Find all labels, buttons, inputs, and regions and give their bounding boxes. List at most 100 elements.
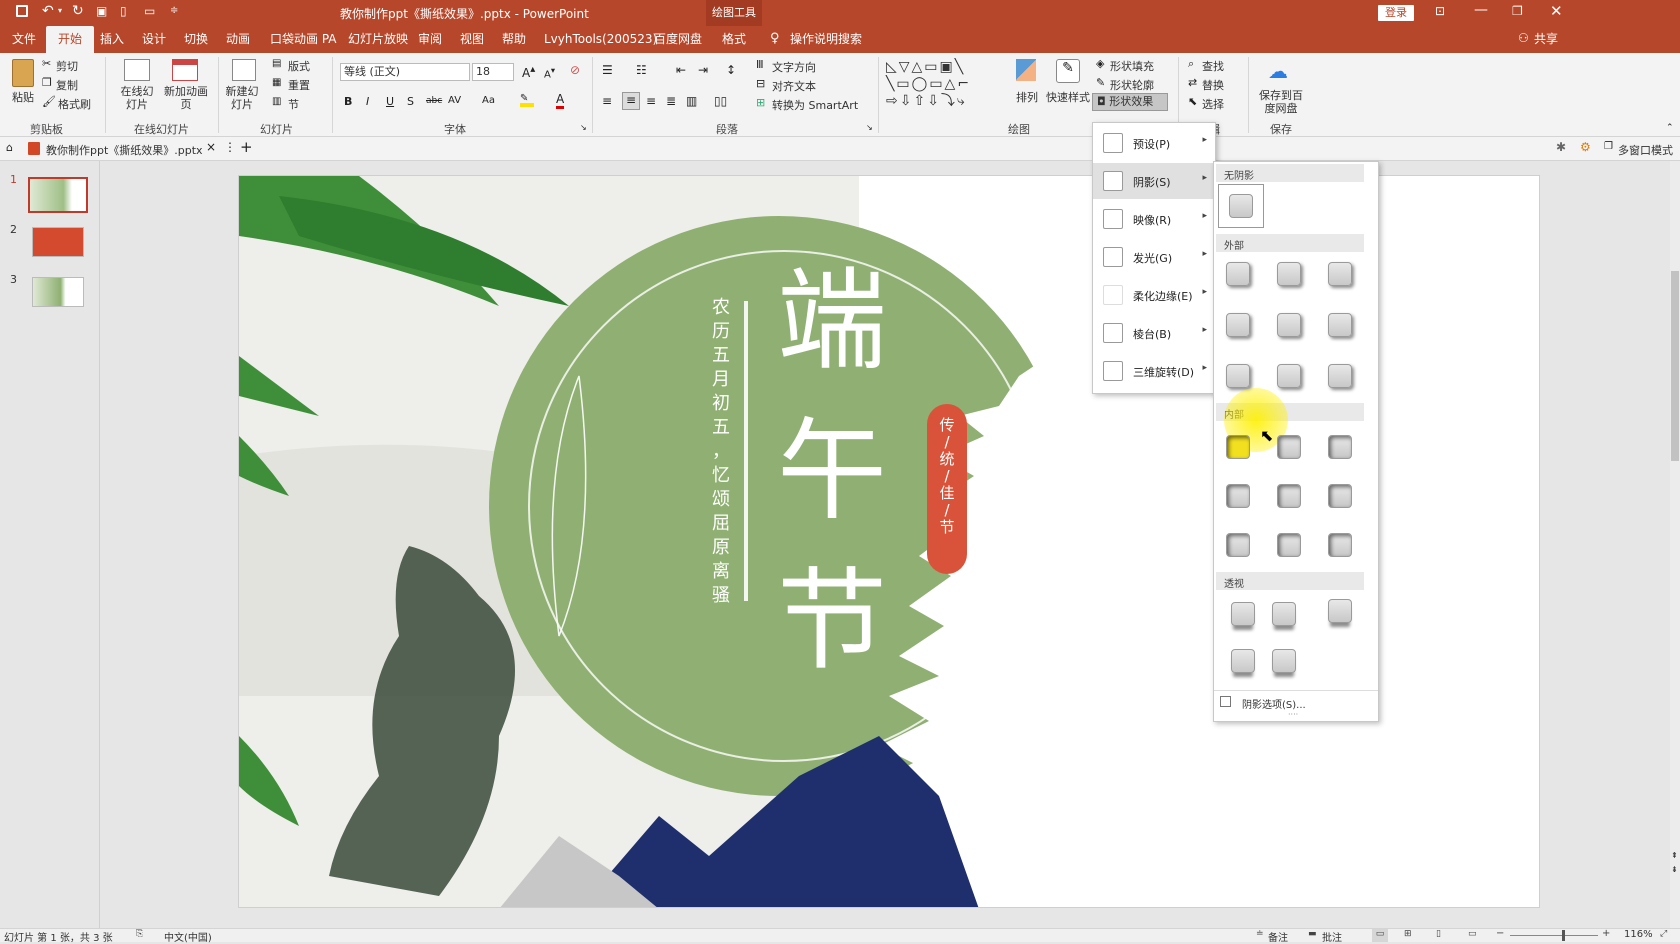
tab-format[interactable]: 格式 [722,26,746,53]
section-icon[interactable]: ▥ [272,96,281,107]
scissors-icon[interactable]: ✂ [42,57,51,70]
ribbon-display-options-icon[interactable]: ⊡ [1435,4,1445,18]
cut-button[interactable]: 剪切 [56,58,78,74]
document-tab[interactable]: 教你制作ppt《撕纸效果》.pptx [46,142,203,158]
convert-smartart-button[interactable]: 转换为 SmartArt [772,97,858,113]
menu-item-shadow[interactable]: 阴影(S) ▸ [1093,163,1215,199]
select-button[interactable]: 选择 [1202,96,1224,112]
align-center-icon[interactable]: ≡ [622,92,640,110]
font-size-combobox[interactable]: 18 [472,63,514,81]
outer-shadow-option[interactable] [1226,262,1250,286]
tab-view[interactable]: 视图 [460,26,484,53]
shape-fill-icon[interactable]: ◈ [1096,57,1104,70]
replace-icon[interactable]: ⇄ [1188,76,1197,89]
section-button[interactable]: 节 [288,96,299,112]
save-icon[interactable] [16,5,28,17]
text-direction-button[interactable]: 文字方向 [772,59,816,75]
perspective-shadow-option[interactable] [1328,599,1352,623]
quick-styles-icon[interactable]: ✎ [1056,59,1080,83]
italic-icon[interactable]: I [366,95,369,108]
tab-pocket-animation[interactable]: 口袋动画 PA [270,26,337,53]
new-animation-page-icon[interactable] [172,59,198,81]
zoom-in-icon[interactable]: + [1602,928,1610,939]
outer-shadow-option[interactable] [1328,262,1352,286]
menu-item-3d-rotation[interactable]: 三维旋转(D) ▸ [1093,353,1215,389]
tab-transitions[interactable]: 切换 [184,26,208,53]
change-case-icon[interactable]: Aa [482,95,495,106]
outer-shadow-option[interactable] [1226,364,1250,388]
increase-indent-icon[interactable]: ⇥ [698,63,708,77]
align-left-icon[interactable]: ≡ [602,94,612,108]
new-file-icon[interactable]: ▯ [120,4,127,18]
outer-shadow-option[interactable] [1226,313,1250,337]
redo-icon[interactable]: ↻ [72,3,84,19]
find-button[interactable]: 查找 [1202,58,1224,74]
outer-shadow-option[interactable] [1277,313,1301,337]
copy-icon[interactable]: ❐ [42,76,52,89]
numbering-icon[interactable]: ☷ [636,63,647,77]
find-icon[interactable]: ⌕ [1188,57,1194,71]
multi-window-icon[interactable]: ❐ [1604,141,1613,152]
smartart-icon[interactable]: ⊞ [756,96,765,109]
align-text-icon[interactable]: ⊟ [756,77,765,90]
columns-icon[interactable]: ▯▯ [714,94,727,108]
character-spacing-icon[interactable]: AV [448,95,461,106]
collapse-ribbon-icon[interactable]: ⌃ [1666,123,1674,133]
new-animation-page-button[interactable]: 新加动画页 [164,85,208,111]
decrease-font-icon[interactable]: A▾ [544,65,555,80]
format-painter-button[interactable]: 格式刷 [58,96,91,112]
tab-file[interactable]: 文件 [12,26,36,53]
perspective-shadow-option[interactable] [1231,649,1255,673]
new-slide-icon[interactable] [232,59,256,81]
inner-shadow-option[interactable] [1226,484,1250,508]
decrease-indent-icon[interactable]: ⇤ [676,63,686,77]
menu-item-bevel[interactable]: 棱台(B) ▸ [1093,315,1215,351]
justify-icon[interactable]: ≣ [666,94,676,108]
share-button[interactable]: 共享 [1534,26,1558,53]
menu-item-soft-edges[interactable]: 柔化边缘(E) ▸ [1093,277,1215,313]
shape-effects-button[interactable]: ◘ 形状效果 [1092,93,1168,111]
tab-slideshow[interactable]: 幻灯片放映 [348,26,408,53]
slide-thumbnail-1[interactable] [28,177,88,213]
restore-icon[interactable]: ❐ [1512,4,1523,18]
undo-dropdown-icon[interactable]: ▾ [58,6,62,15]
align-text-button[interactable]: 对齐文本 [772,78,816,94]
bullets-icon[interactable]: ☰ [602,63,613,77]
distributed-icon[interactable]: ▥ [686,94,697,108]
start-from-beginning-icon[interactable]: ▣ [96,4,107,18]
outer-shadow-option[interactable] [1277,262,1301,286]
strikethrough-icon[interactable]: abc [426,96,442,106]
zoom-level[interactable]: 116% [1624,929,1653,940]
menu-item-reflection[interactable]: 映像(R) ▸ [1093,201,1215,237]
star-icon[interactable]: ✱ [1556,140,1566,154]
perspective-shadow-option[interactable] [1272,602,1296,626]
format-painter-icon[interactable]: 🖌 [42,95,56,108]
tab-home[interactable]: 开始 [46,26,95,53]
tab-help[interactable]: 帮助 [502,26,526,53]
paste-button[interactable]: 粘贴 [12,89,34,105]
text-direction-icon[interactable]: Ⅲ [756,58,764,71]
outer-shadow-option[interactable] [1328,313,1352,337]
open-folder-icon[interactable]: ▭ [144,4,155,18]
login-button[interactable]: 登录 [1378,5,1414,21]
tab-design[interactable]: 设计 [142,26,166,53]
bold-icon[interactable]: B [344,95,352,108]
tab-menu-icon[interactable]: ⋮ [224,140,236,154]
tab-review[interactable]: 审阅 [418,26,442,53]
inner-shadow-option[interactable] [1277,533,1301,557]
shapes-gallery[interactable]: ◺▽△▭▣╲ ╲▭◯▭△⌐ ⇨⇩⇧⇩⤵⤷ [886,59,1006,113]
notes-icon[interactable]: ≐ [1256,929,1264,939]
tell-me-search[interactable]: 操作说明搜索 [790,26,862,53]
inner-shadow-option[interactable] [1277,435,1301,459]
align-right-icon[interactable]: ≡ [646,94,656,108]
inner-shadow-option[interactable] [1328,435,1352,459]
clear-formatting-icon[interactable]: ⊘ [570,63,580,77]
underline-icon[interactable]: U [386,95,394,108]
paragraph-dialog-launcher-icon[interactable]: ↘ [866,123,873,132]
reset-icon[interactable]: ▦ [272,77,281,88]
shadow-options-link[interactable]: 阴影选项(S)... [1242,696,1306,711]
select-icon[interactable]: ⬉ [1188,95,1197,108]
customize-qat-icon[interactable]: ≑ [170,5,178,16]
reading-view-icon[interactable]: ▯ [1436,929,1441,939]
slide-thumbnail-3[interactable] [32,277,84,307]
